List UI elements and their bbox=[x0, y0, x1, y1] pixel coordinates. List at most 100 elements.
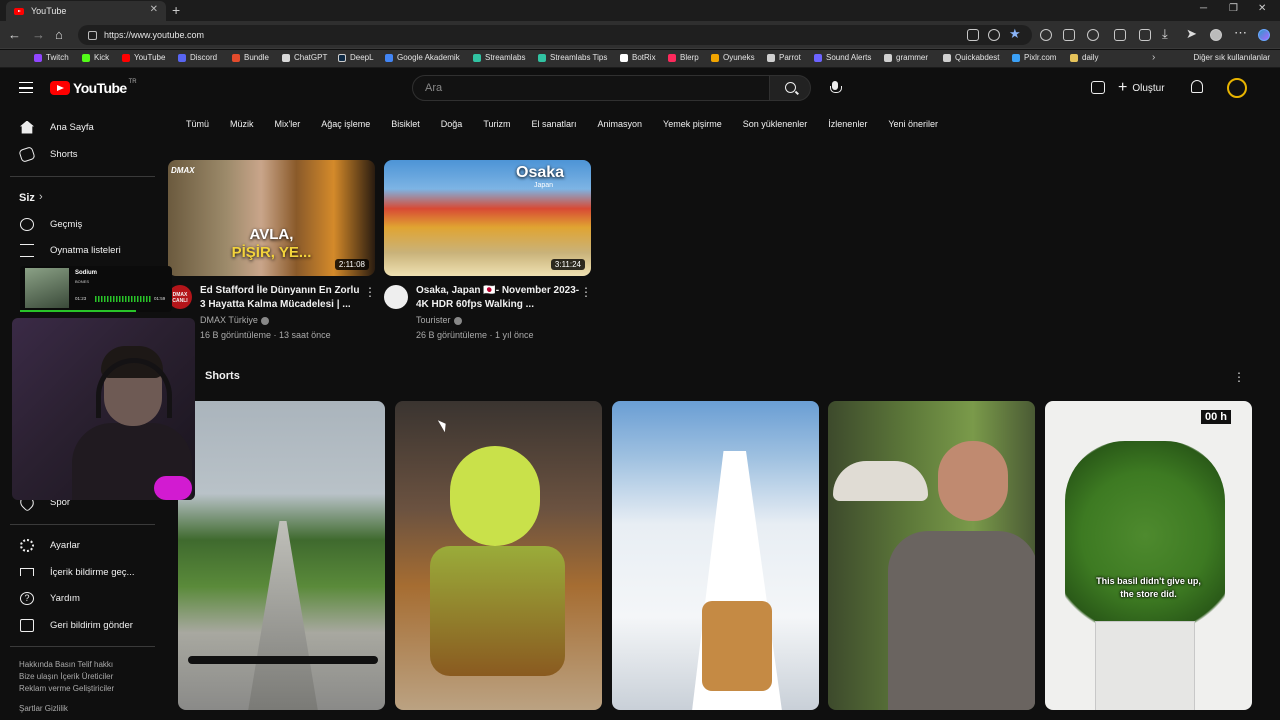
hamburger-menu-icon[interactable] bbox=[19, 82, 33, 93]
chip[interactable]: Müzik bbox=[222, 114, 262, 136]
more-menu-icon[interactable]: ⋯ bbox=[1234, 25, 1247, 41]
browser-tab-youtube[interactable]: YouTube ✕ bbox=[6, 1, 166, 21]
share-icon[interactable]: ➤ bbox=[1186, 26, 1197, 42]
chip[interactable]: Doğa bbox=[433, 114, 471, 136]
chip[interactable]: Tümü bbox=[178, 114, 217, 136]
chip[interactable]: Ağaç işleme bbox=[313, 114, 378, 136]
translate-icon[interactable] bbox=[967, 29, 979, 41]
bookmark-item[interactable]: Kick bbox=[82, 53, 109, 62]
sidebar-section-you[interactable]: Siz bbox=[19, 192, 35, 204]
video-card[interactable]: Osaka Japan 3:11:24 Osaka, Japan 🇯🇵- Nov… bbox=[384, 160, 592, 340]
bookmark-item[interactable]: Parrot bbox=[767, 53, 801, 62]
new-tab-button[interactable]: + bbox=[172, 2, 180, 18]
profile-icon[interactable] bbox=[1210, 29, 1222, 41]
streamlabs-icon bbox=[473, 53, 481, 62]
bookmark-item[interactable]: Google Akademik bbox=[385, 53, 460, 62]
bookmark-item[interactable]: Streamlabs bbox=[473, 53, 525, 62]
youtube-logo[interactable]: YouTube TR bbox=[50, 79, 137, 96]
bookmark-item[interactable]: Pixlr.com bbox=[1012, 53, 1056, 62]
video-thumbnail[interactable]: DMAX AVLA, PİŞİR, YE... 2:11:08 bbox=[168, 160, 375, 276]
chip[interactable]: Yemek pişirme bbox=[655, 114, 730, 136]
copilot-icon[interactable] bbox=[1258, 29, 1270, 41]
bookmark-item[interactable]: YouTube bbox=[122, 53, 165, 62]
voice-search-icon[interactable] bbox=[830, 81, 842, 93]
sidebar-item-help[interactable]: ? Yardım bbox=[0, 585, 160, 611]
bookmark-item[interactable]: Blerp bbox=[668, 53, 699, 62]
more-actions-icon[interactable]: ⋮ bbox=[364, 285, 376, 299]
flag-icon bbox=[20, 568, 34, 576]
tracking-prevention-icon[interactable] bbox=[988, 29, 1000, 41]
other-bookmarks-folder[interactable]: Diğer sık kullanılanlar bbox=[1194, 53, 1270, 62]
chip[interactable]: Bisiklet bbox=[383, 114, 428, 136]
split-screen-icon[interactable] bbox=[1114, 29, 1126, 41]
bookmark-item[interactable]: DeepL bbox=[338, 53, 374, 62]
footer-links[interactable]: Bize ulaşın İçerik Üreticiler bbox=[19, 672, 113, 681]
more-actions-icon[interactable]: ⋮ bbox=[580, 285, 592, 299]
bookmark-item[interactable]: Twitch bbox=[34, 53, 69, 62]
bookmark-item[interactable]: daily bbox=[1070, 53, 1098, 62]
sidebar-item-history[interactable]: Geçmiş bbox=[0, 211, 160, 237]
extension-icon[interactable] bbox=[1087, 29, 1099, 41]
channel-name[interactable]: DMAX Türkiye bbox=[200, 315, 269, 325]
channel-name[interactable]: Tourister bbox=[416, 315, 462, 325]
bookmarks-overflow-button[interactable]: › bbox=[1152, 52, 1155, 63]
channel-avatar[interactable] bbox=[384, 285, 408, 309]
bookmark-item[interactable]: Streamlabs Tips bbox=[538, 53, 607, 62]
bookmark-item[interactable]: Discord bbox=[178, 53, 217, 62]
extension-icon[interactable] bbox=[1040, 29, 1052, 41]
video-thumbnail[interactable]: Osaka Japan 3:11:24 bbox=[384, 160, 591, 276]
cast-icon[interactable] bbox=[1091, 81, 1105, 94]
chip[interactable]: Mix'ler bbox=[267, 114, 309, 136]
sidebar-item-playlists[interactable]: Oynatma listeleri bbox=[0, 237, 160, 263]
chip[interactable]: Yeni öneriler bbox=[880, 114, 946, 136]
bookmark-item[interactable]: grammer bbox=[884, 53, 928, 62]
search-button[interactable] bbox=[769, 75, 811, 101]
short-card-mushroom[interactable] bbox=[828, 401, 1035, 710]
chip[interactable]: El sanatları bbox=[523, 114, 584, 136]
home-button[interactable]: ⌂ bbox=[55, 27, 63, 42]
short-card-snow[interactable] bbox=[612, 401, 819, 710]
video-card[interactable]: DMAX AVLA, PİŞİR, YE... 2:11:08 DMAX CAN… bbox=[168, 160, 376, 340]
tab-close-icon[interactable]: ✕ bbox=[150, 4, 158, 15]
sidebar-item-home[interactable]: Ana Sayfa bbox=[0, 114, 160, 140]
window-close-button[interactable]: ✕ bbox=[1258, 3, 1266, 14]
bookmark-item[interactable]: BotRix bbox=[620, 53, 656, 62]
short-card-basil[interactable]: 00 h This basil didn't give up, the stor… bbox=[1045, 401, 1252, 710]
footer-links[interactable]: Şartlar Gizlilik bbox=[19, 704, 68, 713]
video-title[interactable]: Osaka, Japan 🇯🇵- November 2023- 4K HDR 6… bbox=[416, 284, 582, 312]
create-button[interactable]: + Oluştur bbox=[1118, 78, 1165, 98]
chip[interactable]: Turizm bbox=[475, 114, 518, 136]
chip[interactable]: Animasyon bbox=[590, 114, 651, 136]
chip[interactable]: Son yüklenenler bbox=[735, 114, 816, 136]
video-title[interactable]: Ed Stafford İle Dünyanın En Zorlu 3 Haya… bbox=[200, 284, 366, 312]
shorts-shelf-title: Shorts bbox=[205, 370, 240, 382]
downloads-icon[interactable]: ⤓ bbox=[1162, 26, 1168, 42]
sidebar-item-settings[interactable]: Ayarlar bbox=[0, 532, 160, 558]
minimize-button[interactable]: ─ bbox=[1200, 3, 1207, 14]
site-info-icon[interactable] bbox=[88, 30, 97, 40]
extension-icon[interactable] bbox=[1063, 29, 1075, 41]
collections-icon[interactable] bbox=[1139, 29, 1151, 41]
favorite-star-icon[interactable]: ★ bbox=[1009, 26, 1021, 42]
sidebar-item-shorts[interactable]: Shorts bbox=[0, 141, 160, 167]
footer-links[interactable]: Hakkında Basın Telif hakkı bbox=[19, 660, 113, 669]
bookmark-item[interactable]: Quickabdest bbox=[943, 53, 999, 62]
account-avatar[interactable] bbox=[1227, 78, 1247, 98]
notifications-bell-icon[interactable] bbox=[1191, 80, 1203, 93]
sidebar-item-report[interactable]: İçerik bildirme geç... bbox=[0, 559, 160, 585]
maximize-button[interactable]: ❐ bbox=[1229, 3, 1238, 14]
chip[interactable]: İzlenenler bbox=[820, 114, 875, 136]
address-bar[interactable]: https://www.youtube.com bbox=[78, 25, 1032, 45]
bookmark-item[interactable]: Bundle bbox=[232, 53, 269, 62]
sidebar-item-feedback[interactable]: Geri bildirim gönder bbox=[0, 612, 160, 638]
bookmark-item[interactable]: Oyuneks bbox=[711, 53, 755, 62]
short-card-dessert[interactable] bbox=[395, 401, 602, 710]
short-card-bike[interactable] bbox=[178, 401, 385, 710]
bookmark-item[interactable]: Sound Alerts bbox=[814, 53, 871, 62]
bookmark-item[interactable]: ChatGPT bbox=[282, 53, 327, 62]
shelf-more-icon[interactable]: ⋮ bbox=[1233, 370, 1245, 384]
footer-links[interactable]: Reklam verme Geliştiriciler bbox=[19, 684, 114, 693]
forward-button[interactable]: → bbox=[32, 27, 45, 42]
back-button[interactable]: ← bbox=[8, 27, 21, 42]
search-input[interactable]: Ara bbox=[412, 75, 770, 101]
